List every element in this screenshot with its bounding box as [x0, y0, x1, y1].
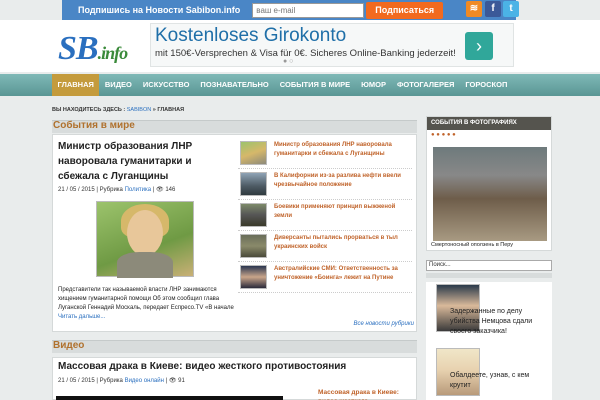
main-nav: ГЛАВНАЯ ВИДЕО ИСКУССТВО ПОЗНАВАТЕЛЬНО СО… [0, 74, 600, 96]
subscribe-bar: Подпишись на Новости Sabibon.info Подпис… [62, 0, 516, 20]
video-player[interactable] [56, 396, 283, 400]
divider [426, 273, 552, 278]
all-rubric-link[interactable]: Все новости рубрики [354, 321, 414, 327]
views-icon: 👁 [156, 187, 164, 193]
photo-landslide[interactable] [433, 147, 547, 241]
list-item[interactable]: В Калифорнии из-за разлива нефти ввели ч… [238, 169, 412, 200]
photo-events-widget: СОБЫТИЯ В ФОТОГРАФИЯХ ● ● ● ● ● Смертоно… [426, 116, 552, 251]
nav-world-events[interactable]: СОБЫТИЯ В МИРЕ [274, 74, 355, 96]
category-link[interactable]: Видео онлайн [125, 378, 164, 384]
list-thumb[interactable] [240, 172, 267, 196]
section-title-video[interactable]: Видео [53, 340, 84, 351]
list-thumb[interactable] [240, 265, 267, 289]
nav-home[interactable]: ГЛАВНАЯ [52, 74, 100, 96]
nav-art[interactable]: ИСКУССТВО [137, 74, 195, 96]
views-icon: 👁 [168, 378, 177, 384]
facebook-icon[interactable]: f [485, 1, 501, 17]
ad-title[interactable]: Kostenloses Girokonto [155, 25, 346, 47]
nav-photogallery[interactable]: ФОТОГАЛЕРЕЯ [391, 74, 459, 96]
subscribe-text: Подпишись на Новости Sabibon.info [78, 5, 241, 15]
events-panel: Министр образования ЛНР наворовала гуман… [52, 134, 417, 332]
list-item[interactable]: Диверсанты пытались прорваться в тыл укр… [238, 231, 412, 262]
breadcrumb-home[interactable]: SABIBON [127, 107, 151, 113]
main-article-title[interactable]: Министр образования ЛНР наворовала гуман… [58, 139, 233, 184]
rss-icon[interactable]: ≋ [466, 1, 482, 17]
list-item[interactable]: Министр образования ЛНР наворовала гуман… [238, 138, 412, 169]
site-logo[interactable]: SB.info [58, 30, 128, 68]
category-link[interactable]: Политика [125, 187, 152, 193]
breadcrumb: ВЫ НАХОДИТЕСЬ ЗДЕСЬ : SABIBON » ГЛАВНАЯ [52, 107, 185, 113]
list-item[interactable]: Обалдеете, узнав, с кем крутит [436, 348, 552, 400]
list-thumb[interactable] [240, 234, 267, 258]
list-thumb[interactable] [240, 141, 267, 165]
section-bar [52, 340, 417, 353]
list-thumb[interactable] [240, 203, 267, 227]
slider-dots[interactable]: ● ● ● ● ● [431, 132, 456, 138]
nav-video[interactable]: ВИДЕО [99, 74, 137, 96]
ad-text: mit 150€-Versprechen & Visa für 0€. Sich… [155, 48, 456, 59]
video-article-title[interactable]: Массовая драка в Киеве: видео жесткого п… [58, 361, 346, 372]
article-meta: 21 / 05 / 2015 | Рубрика Политика | 👁 14… [58, 187, 176, 193]
video-panel: Массовая драка в Киеве: видео жесткого п… [52, 357, 417, 400]
ad-next-icon[interactable]: › [465, 32, 493, 60]
article-meta: 21 / 05 / 2015 | Рубрика Видео онлайн | … [58, 378, 185, 384]
main-article-photo[interactable] [96, 201, 194, 278]
list-item[interactable]: Задержанные по делу убийства Немцова сда… [436, 284, 552, 342]
section-title-events[interactable]: События в мире [53, 120, 135, 131]
subscribe-button[interactable]: Подписаться [366, 1, 444, 19]
nav-humor[interactable]: ЮМОР [356, 74, 392, 96]
list-item[interactable]: Массовая драка в Киеве: видео жесткого [318, 388, 416, 400]
related-list: Министр образования ЛНР наворовала гуман… [238, 138, 412, 293]
ad-banner[interactable]: Kostenloses Girokonto mit 150€-Versprech… [150, 23, 514, 67]
list-item[interactable]: Австралийские СМИ: Ответственность за ун… [238, 262, 412, 293]
list-item[interactable]: Боевики применяют принцип выжженой земли [238, 200, 412, 231]
widget-title: СОБЫТИЯ В ФОТОГРАФИЯХ [427, 117, 551, 130]
article-excerpt: Представители так называемой власти ЛНР … [58, 287, 234, 320]
side-news: Задержанные по делу убийства Немцова сда… [426, 282, 552, 400]
twitter-icon[interactable]: t [503, 1, 519, 17]
read-more-link[interactable]: Читать дальше... [58, 314, 105, 320]
ad-pager[interactable]: ● ○ [283, 58, 293, 65]
search-input[interactable]: Поиск... [426, 260, 552, 271]
email-input[interactable] [252, 2, 365, 18]
photo-caption[interactable]: Смертоносный оползень в Перу [431, 242, 513, 248]
nav-horoscope[interactable]: ГОРОСКОП [460, 74, 513, 96]
nav-educational[interactable]: ПОЗНАВАТЕЛЬНО [195, 74, 274, 96]
